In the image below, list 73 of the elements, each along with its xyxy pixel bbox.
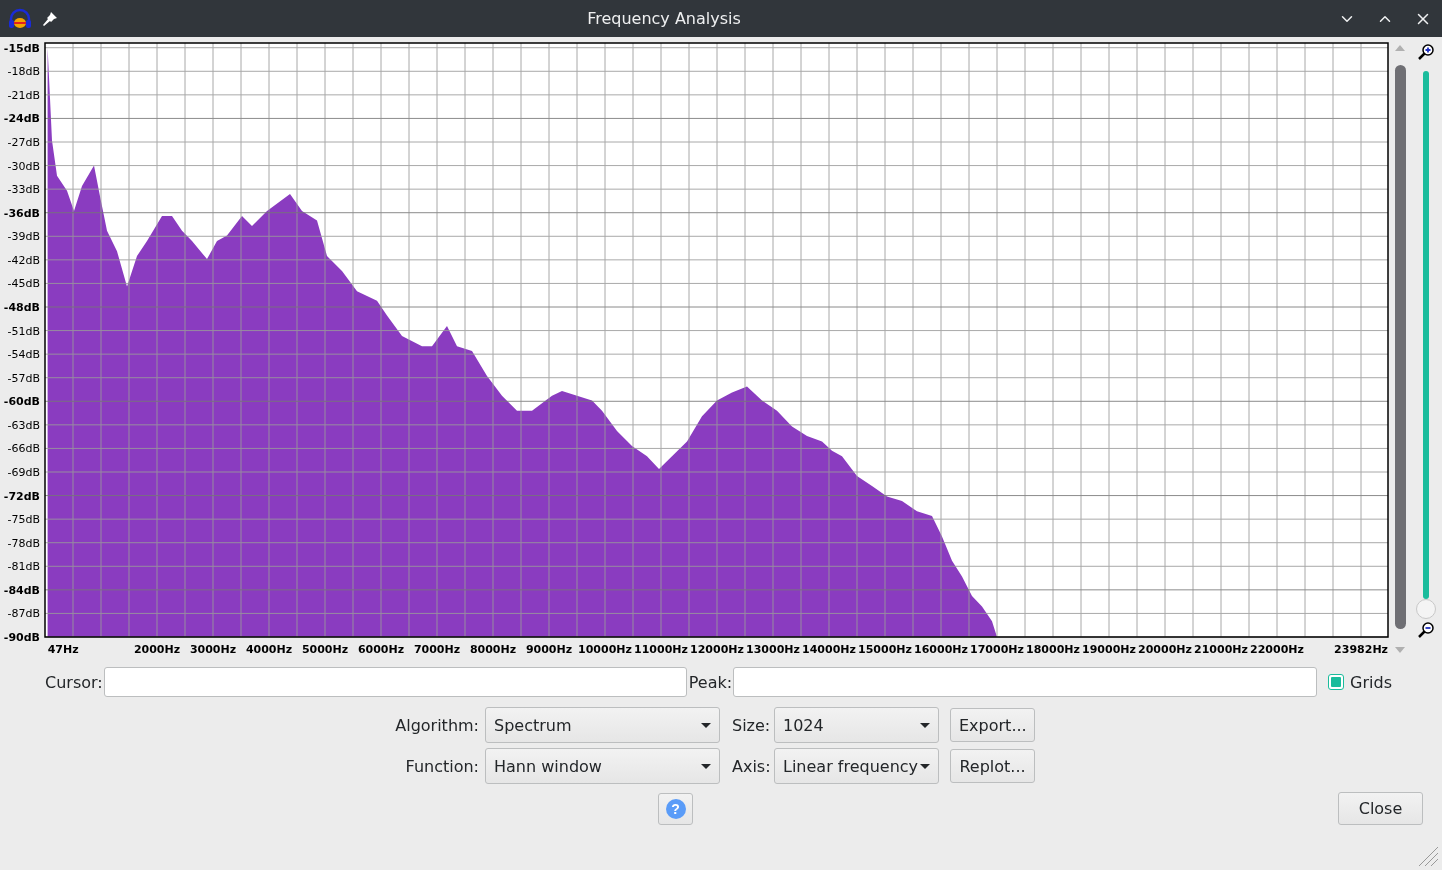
setting-label: Axis: — [731, 756, 772, 776]
x-tick-label: 20000Hz — [1138, 643, 1192, 656]
x-tick-label: 9000Hz — [525, 643, 573, 656]
y-tick-label: -69dB — [7, 466, 40, 479]
zoom-out-icon[interactable] — [1417, 621, 1435, 639]
y-tick-label: -33dB — [7, 183, 40, 197]
x-tick-label: 47Hz — [47, 643, 79, 656]
y-tick-label: -21dB — [7, 88, 40, 102]
y-tick-label: -72dB — [3, 489, 40, 503]
x-tick-label: 12000Hz — [690, 643, 744, 656]
y-tick-label: -84dB — [3, 583, 40, 597]
x-tick-label: 23982Hz — [1334, 643, 1388, 656]
x-tick-label: 8000Hz — [469, 643, 517, 656]
y-tick-label: -24dB — [3, 112, 40, 126]
y-tick-label: -60dB — [3, 395, 40, 409]
x-tick-label: 19000Hz — [1082, 643, 1136, 656]
y-tick-label: -51dB — [7, 324, 40, 338]
close-button[interactable]: Close — [1338, 792, 1423, 825]
x-tick-label: 4000Hz — [245, 643, 293, 656]
grids-label: Grids — [1350, 672, 1392, 692]
setting-dropdown[interactable]: Hann window — [485, 748, 720, 784]
headphones-icon — [8, 7, 32, 30]
y-tick-label: -63dB — [7, 418, 40, 432]
y-tick-label: -45dB — [7, 277, 40, 291]
x-tick-label: 14000Hz — [802, 643, 856, 656]
y-tick-label: -90dB — [3, 631, 40, 644]
x-tick-label: 6000Hz — [357, 643, 405, 656]
setting-dropdown[interactable]: Spectrum — [485, 707, 720, 743]
x-tick-label: 11000Hz — [634, 643, 688, 656]
peak-field[interactable] — [733, 667, 1318, 697]
x-tick-label: 7000Hz — [413, 643, 461, 656]
x-tick-label: 15000Hz — [858, 643, 912, 656]
x-tick-label: 22000Hz — [1250, 643, 1304, 656]
setting-dropdown[interactable]: Linear frequency — [774, 748, 939, 784]
action-button[interactable]: Replot... — [950, 749, 1035, 783]
x-tick-label: 21000Hz — [1194, 643, 1248, 656]
setting-label: Function: — [404, 756, 480, 776]
x-tick-label: 17000Hz — [970, 643, 1024, 656]
grids-checkbox[interactable] — [1328, 674, 1345, 690]
setting-label: Algorithm: — [394, 715, 480, 735]
y-tick-label: -39dB — [7, 230, 40, 244]
setting-dropdown[interactable]: 1024 — [774, 707, 939, 743]
y-tick-label: -57dB — [7, 371, 40, 385]
y-tick-label: -75dB — [7, 513, 40, 527]
x-tick-label: 3000Hz — [189, 643, 237, 656]
cursor-label: Cursor: — [45, 672, 103, 692]
y-tick-label: -27dB — [7, 136, 40, 149]
zoom-in-icon[interactable] — [1417, 43, 1435, 61]
x-tick-label: 2000Hz — [133, 643, 181, 656]
x-tick-label: 10000Hz — [578, 643, 632, 656]
y-tick-label: -66dB — [7, 442, 40, 456]
peak-label: Peak: — [688, 672, 733, 692]
slider-thumb[interactable] — [1416, 599, 1436, 619]
y-tick-label: -18dB — [7, 65, 40, 79]
y-tick-label: -48dB — [3, 301, 40, 314]
x-tick-label: 16000Hz — [914, 643, 968, 656]
y-tick-label: -78dB — [7, 536, 40, 550]
y-tick-label: -87dB — [7, 607, 40, 621]
zoom-slider[interactable] — [1416, 71, 1436, 619]
y-tick-label: -36dB — [3, 206, 40, 220]
y-tick-label: -30dB — [7, 159, 40, 173]
action-button[interactable]: Export... — [950, 708, 1035, 742]
cursor-field[interactable] — [103, 667, 687, 697]
x-tick-label: 13000Hz — [746, 643, 800, 656]
x-tick-label: 5000Hz — [301, 643, 349, 656]
window-title: Frequency Analysis — [586, 9, 742, 28]
y-tick-label: -15dB — [3, 41, 40, 55]
setting-label: Size: — [731, 715, 772, 735]
y-tick-label: -42dB — [7, 253, 40, 267]
pin-icon[interactable] — [42, 10, 58, 27]
x-tick-label: 18000Hz — [1026, 643, 1080, 656]
y-tick-label: -54dB — [7, 348, 40, 362]
y-tick-label: -81dB — [7, 560, 40, 574]
